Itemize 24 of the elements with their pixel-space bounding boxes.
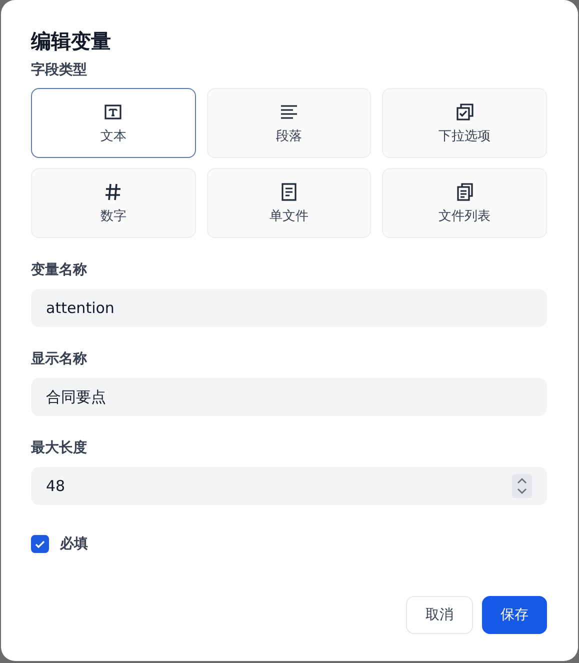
field-type-option[interactable]: 数字 — [31, 168, 196, 238]
field-type-option[interactable]: 段落 — [206, 88, 372, 158]
spinner-icon[interactable] — [512, 474, 532, 498]
field-type-option[interactable]: 文本 — [31, 88, 196, 158]
field-type-option[interactable]: 下拉选项 — [382, 88, 547, 158]
document-icon — [278, 182, 299, 202]
field-label: 字段类型 — [31, 60, 88, 80]
field-label: 显示名称 — [31, 350, 88, 369]
save-button[interactable]: 保存 — [482, 596, 547, 634]
text-box-icon — [103, 102, 124, 122]
number-field[interactable]: 48 — [31, 467, 547, 505]
field-type-option[interactable]: 文件列表 — [382, 168, 547, 238]
checkbox-stack-icon — [454, 102, 475, 122]
checkbox[interactable] — [31, 535, 49, 553]
input-field[interactable]: 合同要点 — [31, 378, 547, 416]
field-label: 变量名称 — [31, 260, 88, 280]
hash-icon — [103, 182, 124, 202]
field-type-option[interactable]: 单文件 — [206, 168, 372, 238]
checkbox-label: 必填 — [60, 535, 88, 553]
cancel-button[interactable]: 取消 — [406, 596, 473, 634]
documents-icon — [454, 182, 475, 202]
dialog-title: 编辑变量 — [31, 28, 112, 55]
field-label: 最大长度 — [31, 438, 88, 458]
input-field[interactable]: attention — [31, 289, 547, 327]
